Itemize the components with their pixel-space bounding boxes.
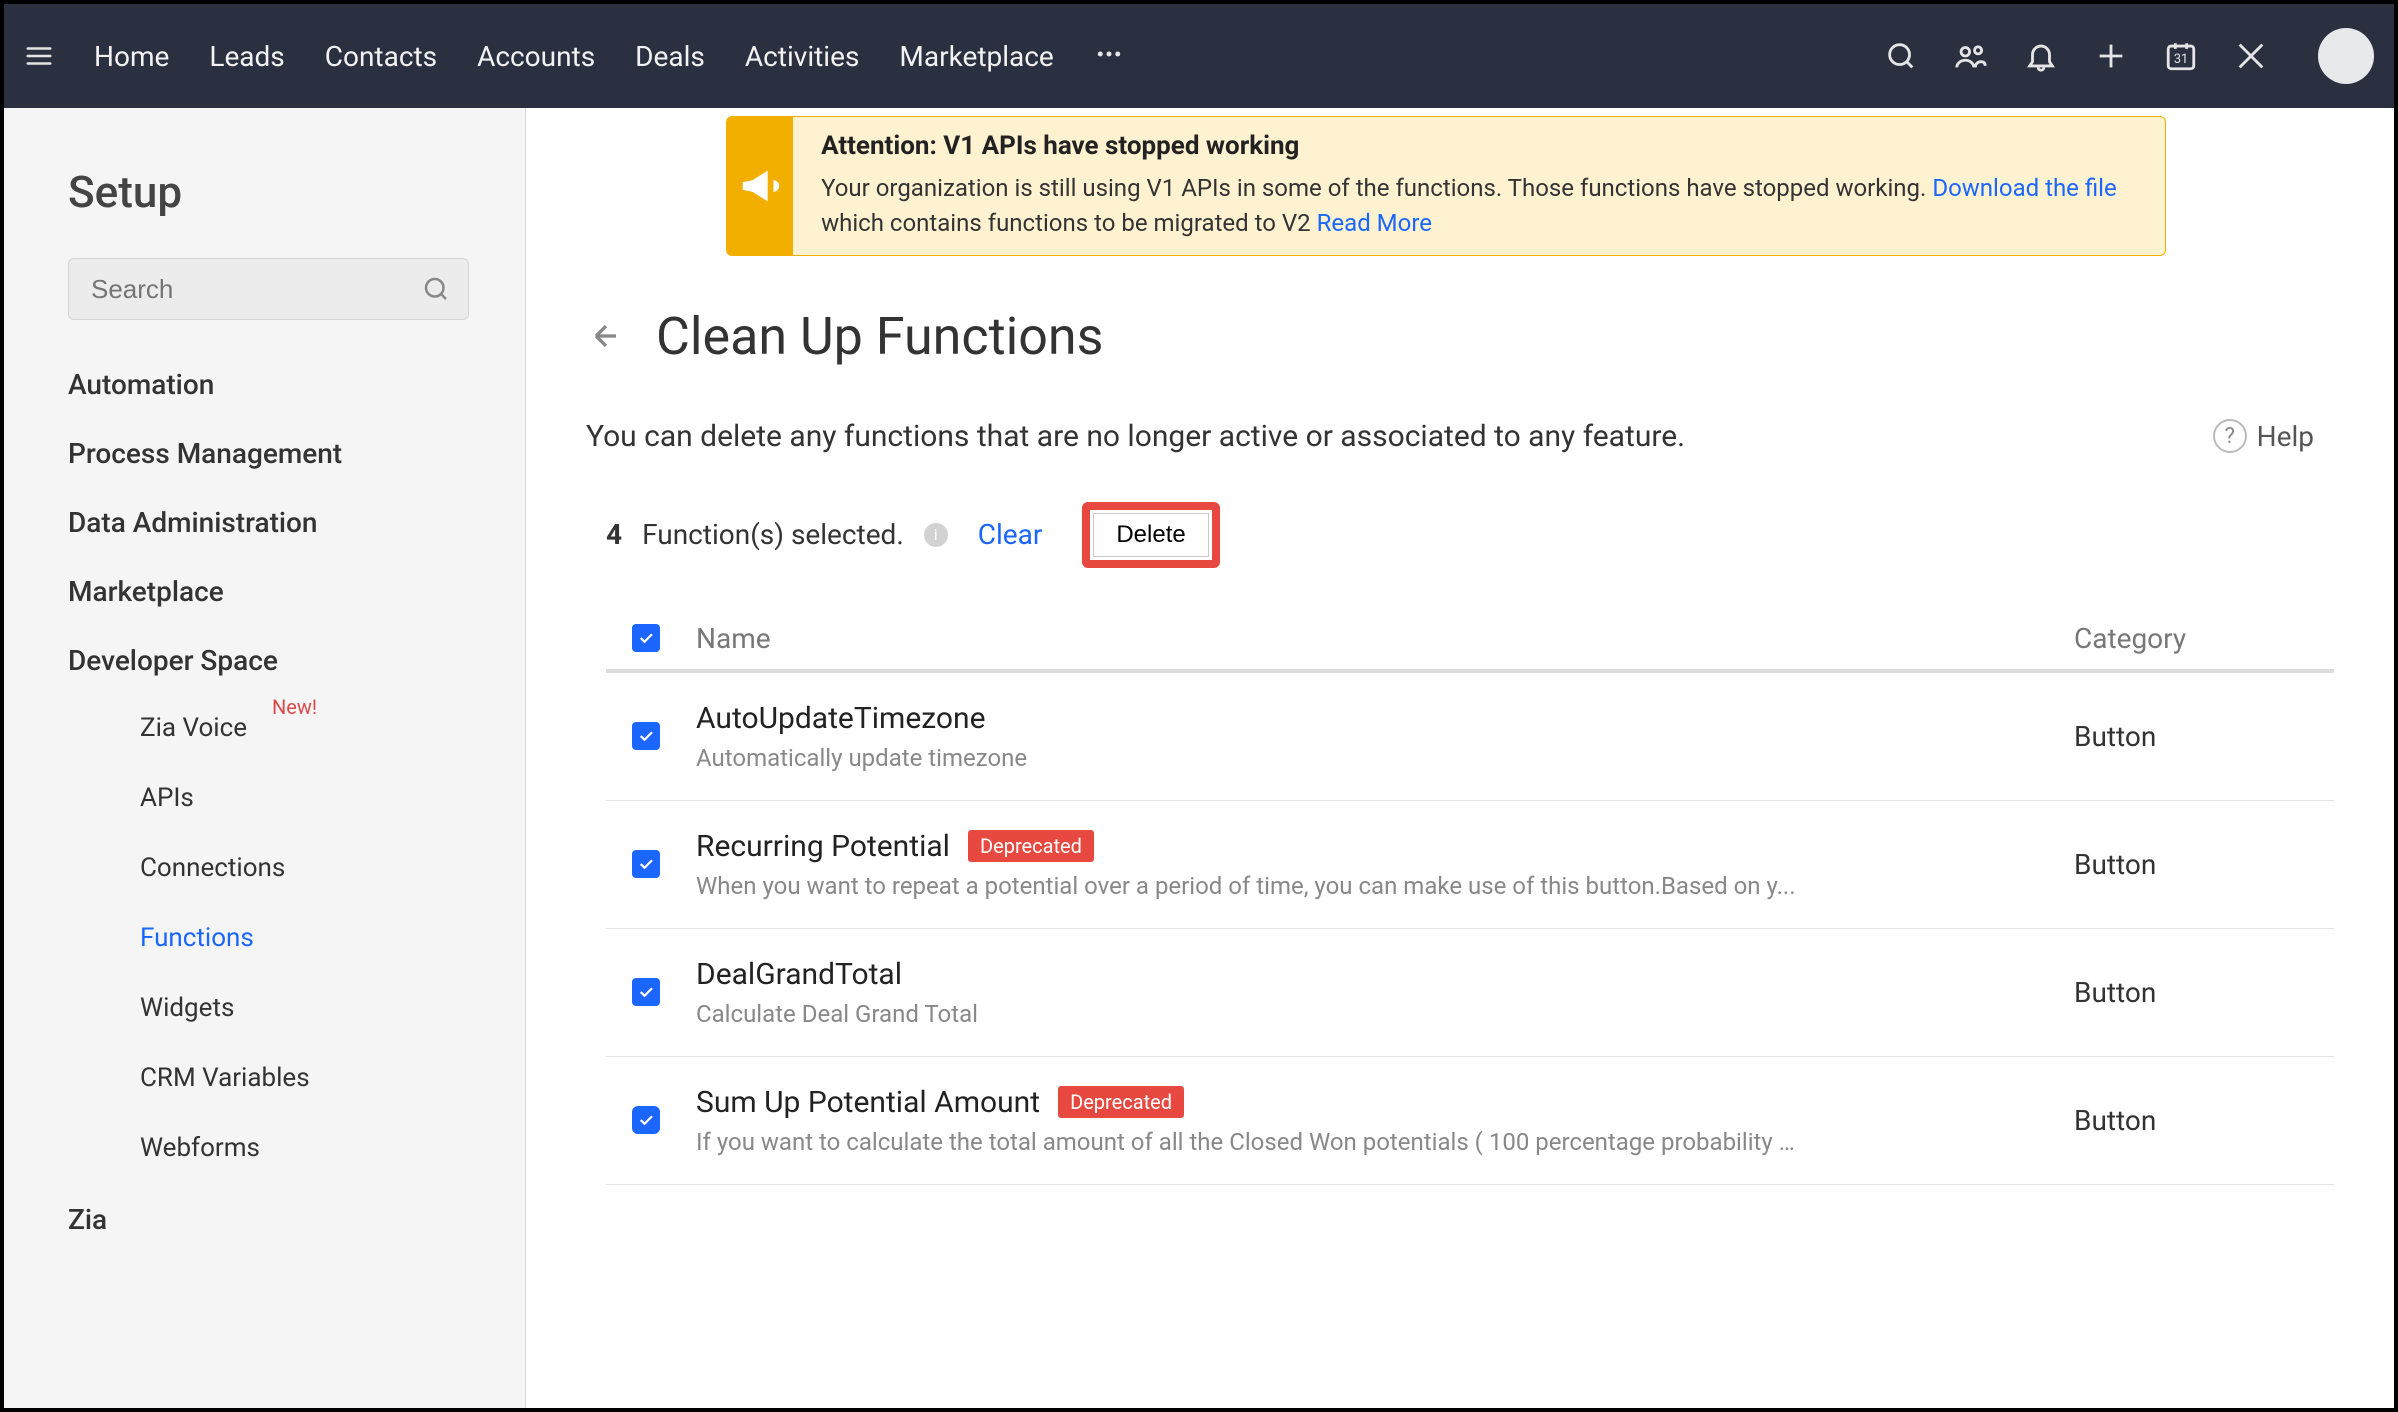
delete-button[interactable]: Delete <box>1093 513 1208 557</box>
nav-link-activities[interactable]: Activities <box>745 40 860 73</box>
hamburger-icon[interactable] <box>24 41 54 71</box>
selected-count: 4 <box>606 518 622 551</box>
sidebar-item-connections[interactable]: Connections <box>140 853 469 883</box>
main-panel: Attention: V1 APIs have stopped working … <box>526 108 2394 1408</box>
nav-icons: 31 <box>1882 28 2374 84</box>
row-checkbox[interactable] <box>632 722 660 750</box>
calendar-icon[interactable]: 31 <box>2162 37 2200 75</box>
help-icon: ? <box>2213 419 2247 453</box>
nav-link-accounts[interactable]: Accounts <box>477 40 595 73</box>
table-header: Name Category <box>606 608 2334 673</box>
search-icon[interactable] <box>1882 37 1920 75</box>
category-value: Button <box>2074 720 2334 753</box>
delete-highlight: Delete <box>1082 502 1219 568</box>
alert-banner: Attention: V1 APIs have stopped working … <box>726 116 2166 256</box>
nav-link-deals[interactable]: Deals <box>635 40 705 73</box>
sidebar-item-widgets[interactable]: Widgets <box>140 993 469 1023</box>
table-row: Recurring PotentialDeprecated When you wa… <box>606 801 2334 929</box>
top-nav: Home Leads Contacts Accounts Deals Activities… <box>4 4 2394 108</box>
table-row: AutoUpdateTimezone Automatically update t… <box>606 673 2334 801</box>
row-checkbox[interactable] <box>632 978 660 1006</box>
table-row: Sum Up Potential AmountDeprecated If you … <box>606 1057 2334 1185</box>
sidebar-item-apis[interactable]: APIs <box>140 783 469 813</box>
function-desc: Automatically update timezone <box>696 744 1796 772</box>
function-name[interactable]: AutoUpdateTimezone <box>696 701 2074 736</box>
sidebar-section-marketplace[interactable]: Marketplace <box>68 575 469 608</box>
table-row: DealGrandTotal Calculate Deal Grand Total… <box>606 929 2334 1057</box>
sidebar-item-zia-voice[interactable]: Zia VoiceNew! <box>140 713 469 743</box>
select-all-checkbox[interactable] <box>632 624 660 652</box>
megaphone-icon <box>727 117 793 255</box>
new-badge: New! <box>272 695 317 719</box>
more-icon[interactable] <box>1094 39 1124 73</box>
nav-link-home[interactable]: Home <box>94 40 169 73</box>
function-name[interactable]: Sum Up Potential AmountDeprecated <box>696 1085 2074 1120</box>
selection-bar: 4 Function(s) selected. i Clear Delete <box>606 502 2314 568</box>
sidebar-title: Setup <box>68 166 469 218</box>
function-desc: Calculate Deal Grand Total <box>696 1000 1796 1028</box>
function-desc: If you want to calculate the total amoun… <box>696 1128 1796 1156</box>
deprecated-badge: Deprecated <box>1058 1086 1184 1118</box>
alert-text: Your organization is still using V1 APIs… <box>821 171 2137 241</box>
svg-text:31: 31 <box>2174 52 2188 67</box>
category-value: Button <box>2074 976 2334 1009</box>
alert-title: Attention: V1 APIs have stopped working <box>821 131 2137 161</box>
search-icon <box>421 274 451 304</box>
row-checkbox[interactable] <box>632 850 660 878</box>
function-desc: When you want to repeat a potential over… <box>696 872 1796 900</box>
function-name[interactable]: Recurring PotentialDeprecated <box>696 829 2074 864</box>
sidebar-search <box>68 258 469 320</box>
people-icon[interactable] <box>1952 37 1990 75</box>
clear-link[interactable]: Clear <box>978 518 1043 551</box>
help-link[interactable]: ? Help <box>2213 419 2314 453</box>
download-file-link[interactable]: Download the file <box>1932 174 2116 202</box>
category-value: Button <box>2074 848 2334 881</box>
sidebar-item-functions[interactable]: Functions <box>140 923 469 953</box>
page-description: You can delete any functions that are no… <box>586 419 1685 454</box>
search-input[interactable] <box>68 258 469 320</box>
functions-table: Name Category AutoUpdateTimezone Automati… <box>606 608 2334 1185</box>
column-name: Name <box>686 622 2074 655</box>
sidebar-section-developer-space[interactable]: Developer Space <box>68 644 469 677</box>
bell-icon[interactable] <box>2022 37 2060 75</box>
plus-icon[interactable] <box>2092 37 2130 75</box>
nav-link-contacts[interactable]: Contacts <box>325 40 437 73</box>
read-more-link[interactable]: Read More <box>1317 209 1432 237</box>
avatar[interactable] <box>2318 28 2374 84</box>
nav-links: Home Leads Contacts Accounts Deals Activities… <box>94 40 1054 73</box>
page-title: Clean Up Functions <box>656 306 1103 367</box>
info-icon[interactable]: i <box>924 523 948 547</box>
function-name[interactable]: DealGrandTotal <box>696 957 2074 992</box>
sidebar-item-webforms[interactable]: Webforms <box>140 1133 469 1163</box>
sidebar-section-process-management[interactable]: Process Management <box>68 437 469 470</box>
sidebar-section-zia[interactable]: Zia <box>68 1203 469 1236</box>
category-value: Button <box>2074 1104 2334 1137</box>
sidebar-section-automation[interactable]: Automation <box>68 368 469 401</box>
nav-link-marketplace[interactable]: Marketplace <box>899 40 1053 73</box>
selected-label: Function(s) selected. <box>642 518 904 551</box>
sidebar: Setup Automation Process Management Data A… <box>4 108 526 1408</box>
sidebar-section-data-administration[interactable]: Data Administration <box>68 506 469 539</box>
nav-link-leads[interactable]: Leads <box>209 40 284 73</box>
tools-icon[interactable] <box>2232 37 2270 75</box>
back-arrow-icon[interactable] <box>586 316 626 356</box>
column-category: Category <box>2074 622 2334 655</box>
sidebar-item-crm-variables[interactable]: CRM Variables <box>140 1063 469 1093</box>
row-checkbox[interactable] <box>632 1106 660 1134</box>
deprecated-badge: Deprecated <box>968 830 1094 862</box>
